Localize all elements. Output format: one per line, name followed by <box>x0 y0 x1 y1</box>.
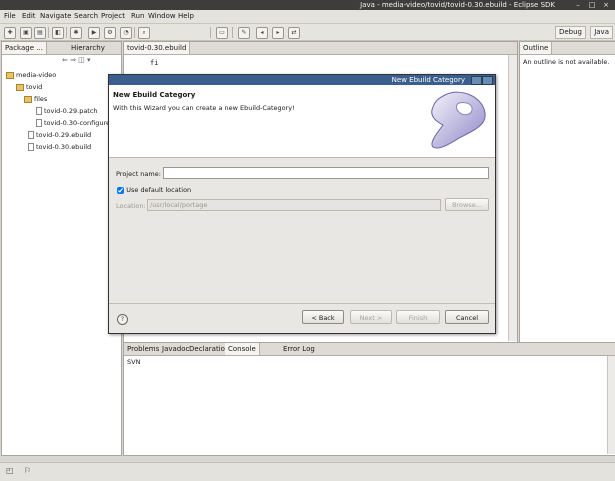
tab-problems[interactable]: Problems <box>124 343 162 355</box>
perspective-java[interactable]: Java <box>590 26 613 39</box>
save-icon[interactable]: ▣ <box>20 27 32 39</box>
file-icon <box>28 143 34 151</box>
status-bar: ◰ ⚐ <box>0 462 615 481</box>
editor-scrollbar[interactable] <box>508 55 517 341</box>
window-titlebar: Java - media-video/tovid/tovid-0.30.ebui… <box>0 0 615 10</box>
console-text: SVN <box>127 358 141 366</box>
minimize-icon[interactable]: – <box>573 1 583 9</box>
maximize-icon[interactable]: □ <box>587 1 597 9</box>
tab-hierarchy[interactable]: Hierarchy <box>68 42 108 54</box>
open-folder-icon[interactable]: ▭ <box>216 27 228 39</box>
outline-message: An outline is not available. <box>523 58 610 66</box>
use-default-checkbox-box[interactable] <box>117 186 124 194</box>
outline-tabs: Outline <box>520 42 615 55</box>
task-icon[interactable]: ⚐ <box>24 466 31 475</box>
folder-icon <box>16 83 24 91</box>
menu-help[interactable]: Help <box>178 12 194 20</box>
back-button[interactable]: < Back <box>302 310 344 324</box>
toolbar-separator <box>232 27 233 38</box>
folder-icon <box>24 95 32 103</box>
tree-item-ebuild-029[interactable]: tovid-0.29.ebuild <box>28 131 91 140</box>
new-java-class-icon[interactable]: ◔ <box>120 27 132 39</box>
menu-edit[interactable]: Edit <box>22 12 36 20</box>
collapse-all-icon[interactable]: ⇐ ⇒ ◫ ▾ <box>62 56 91 64</box>
dialog-heading: New Ebuild Category <box>113 91 196 99</box>
console-panel: Problems Javadoc Declaration Console Err… <box>123 342 615 456</box>
gentoo-logo-icon <box>431 91 486 149</box>
package-explorer-tabs: Package ... Hierarchy <box>2 42 121 55</box>
file-icon <box>28 131 34 139</box>
annotation-icon[interactable]: ✎ <box>238 27 250 39</box>
dialog-maximize-icon[interactable] <box>471 76 482 85</box>
tab-error-log[interactable]: Error Log <box>280 343 318 355</box>
tree-item-configure[interactable]: tovid-0.30-configure <box>36 119 110 128</box>
file-icon <box>36 107 42 115</box>
dialog-header: New Ebuild Category With this Wizard you… <box>109 85 495 158</box>
tree-item-patch[interactable]: tovid-0.29.patch <box>36 107 98 116</box>
toolbar-separator <box>134 27 135 38</box>
menu-project[interactable]: Project <box>101 12 125 20</box>
tab-outline[interactable]: Outline <box>520 42 553 54</box>
folder-icon <box>6 71 14 79</box>
finish-button[interactable]: Finish <box>396 310 440 324</box>
run-icon[interactable]: ▶ <box>88 27 100 39</box>
perspective-switcher: Debug Java <box>553 26 613 39</box>
cancel-button[interactable]: Cancel <box>445 310 489 324</box>
console-tabs: Problems Javadoc Declaration Console Err… <box>124 343 615 356</box>
menu-bar: File Edit Navigate Search Project Run Wi… <box>0 10 615 24</box>
dialog-close-icon[interactable] <box>482 76 493 85</box>
tab-console[interactable]: Console <box>225 343 260 355</box>
back-nav-icon[interactable]: ◂ <box>256 27 268 39</box>
fast-view-icon[interactable]: ◰ <box>6 466 14 475</box>
help-icon[interactable]: ? <box>117 314 128 325</box>
window-title: Java - media-video/tovid/tovid-0.30.ebui… <box>360 1 555 9</box>
external-tools-icon[interactable]: ⚙ <box>104 27 116 39</box>
location-label: Location: <box>116 202 146 210</box>
next-button[interactable]: Next > <box>350 310 392 324</box>
toolbar: ✚ ▣ ▤ ◧ ✱ ▶ ⚙ ◔ ⌕ ▭ ✎ ◂ ▸ ⇄ Debug Java <box>0 24 615 41</box>
debug-icon[interactable]: ✱ <box>70 27 82 39</box>
menu-file[interactable]: File <box>4 12 16 20</box>
file-icon <box>36 119 42 127</box>
close-window-icon[interactable]: × <box>601 1 611 9</box>
search-icon[interactable]: ⌕ <box>138 27 150 39</box>
use-default-location-checkbox[interactable]: Use default location <box>117 186 191 194</box>
new-ebuild-category-dialog: New Ebuild Category New Ebuild Category … <box>108 74 496 334</box>
console-scrollbar[interactable] <box>607 356 615 454</box>
print-icon[interactable]: ▤ <box>34 27 46 39</box>
last-edit-icon[interactable]: ⇄ <box>288 27 300 39</box>
tree-item-ebuild-030[interactable]: tovid-0.30.ebuild <box>28 143 91 152</box>
dialog-body: Project name: Use default location Locat… <box>109 158 495 303</box>
tab-package-explorer[interactable]: Package ... <box>2 42 47 54</box>
tab-editor-file[interactable]: tovid-0.30.ebuild <box>124 42 191 54</box>
tree-item-files[interactable]: files <box>24 95 47 104</box>
browse-button[interactable]: Browse... <box>445 198 489 211</box>
menu-search[interactable]: Search <box>74 12 98 20</box>
toolbar-separator <box>210 27 211 38</box>
toolbar-separator <box>66 27 67 38</box>
dialog-footer: ? < Back Next > Finish Cancel <box>109 303 495 334</box>
menu-navigate[interactable]: Navigate <box>40 12 71 20</box>
menu-window[interactable]: Window <box>148 12 176 20</box>
project-name-input[interactable] <box>163 167 489 179</box>
new-icon[interactable]: ✚ <box>4 27 16 39</box>
dialog-description: With this Wizard you can create a new Eb… <box>113 104 295 112</box>
tree-item-tovid[interactable]: tovid <box>16 83 42 92</box>
project-name-label: Project name: <box>116 170 161 178</box>
dialog-title: New Ebuild Category <box>391 76 465 84</box>
toolbar-separator <box>48 27 49 38</box>
forward-nav-icon[interactable]: ▸ <box>272 27 284 39</box>
open-type-icon[interactable]: ◧ <box>52 27 64 39</box>
code-line: fi <box>150 59 159 67</box>
location-input[interactable]: /usr/local/portage <box>147 199 441 211</box>
package-explorer: Package ... Hierarchy ⇐ ⇒ ◫ ▾ media-vide… <box>1 41 122 456</box>
perspective-debug[interactable]: Debug <box>554 26 586 39</box>
tree-item-media-video[interactable]: media-video <box>6 71 56 80</box>
use-default-label: Use default location <box>126 186 192 194</box>
menu-run[interactable]: Run <box>131 12 144 20</box>
dialog-titlebar: New Ebuild Category <box>109 75 495 85</box>
editor-tabs: tovid-0.30.ebuild <box>124 42 517 55</box>
